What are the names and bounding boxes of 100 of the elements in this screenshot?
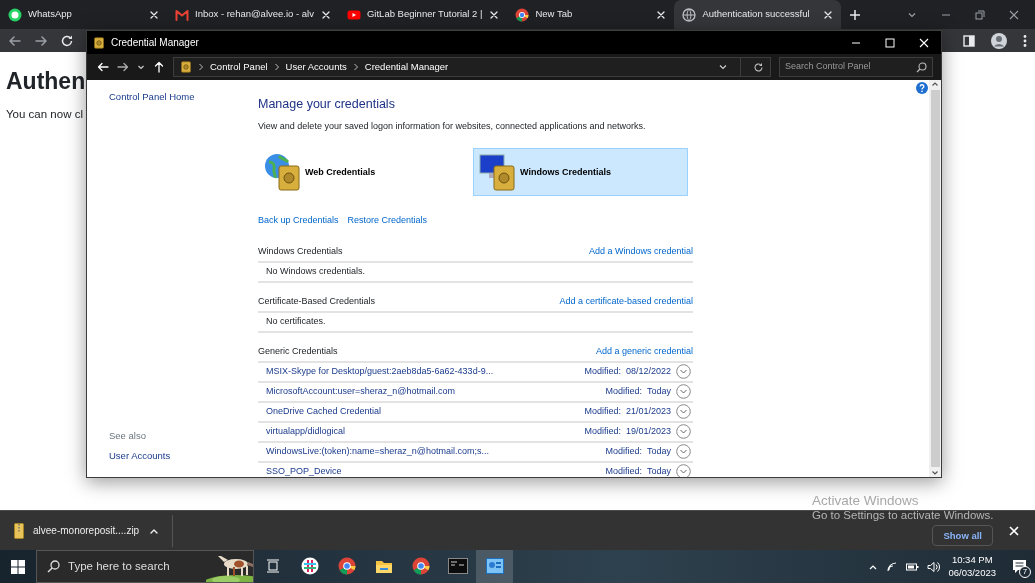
forward-arrow-icon[interactable] [34, 33, 48, 48]
start-icon[interactable] [11, 559, 25, 574]
file-name[interactable]: alvee-monoreposit....zip [33, 523, 140, 538]
add-credential-link[interactable]: Add a Windows credential [588, 245, 693, 259]
modified-label: Modified: [584, 425, 621, 438]
refresh-icon[interactable] [753, 61, 764, 73]
up-arrow-icon[interactable] [153, 61, 165, 73]
search-box[interactable]: Search Control Panel [779, 57, 933, 77]
forward-arrow-icon[interactable] [117, 61, 129, 73]
sidebar-icon[interactable] [963, 34, 975, 47]
expand-icon[interactable] [676, 444, 691, 460]
search-icon [47, 560, 60, 573]
back-arrow-icon[interactable] [97, 61, 109, 73]
modified-date: Today [646, 385, 671, 398]
search-field[interactable]: Search Control Panel [785, 60, 916, 74]
empty-text: No Windows credentials. [266, 265, 366, 278]
modified-date: 08/12/2022 [625, 365, 671, 378]
page-heading: Authen [6, 68, 86, 96]
credential-name[interactable]: MicrosoftAccount:user=sheraz_n@hotmail.com [266, 385, 601, 399]
tab-title: Inbox - rehan@alvee.io - alv [195, 7, 314, 22]
add-credential-link[interactable]: Add a certificate-based credential [559, 295, 693, 309]
credential-name[interactable]: OneDrive Cached Credential [266, 405, 580, 419]
modified-label: Modified: [605, 385, 642, 398]
globe-icon [682, 7, 697, 22]
clock[interactable]: 10:34 PM 06/03/2023 [948, 553, 996, 580]
browser-tab[interactable]: Authentication successful [674, 0, 842, 29]
action-link[interactable]: Restore Credentials [347, 214, 428, 228]
sidebar-link[interactable]: User Accounts [109, 448, 255, 463]
scrollbar[interactable] [929, 80, 941, 477]
kebab-menu-icon[interactable] [1023, 33, 1027, 48]
activation-text: Go to Settings to activate Windows. [812, 509, 994, 522]
activation-title: Activate Windows [812, 493, 919, 510]
credential-name[interactable]: WindowsLive:(token):name=sheraz_n@hotmail.com;s... [266, 445, 601, 459]
section-title: Windows Credentials [258, 245, 343, 258]
expand-icon[interactable] [676, 424, 691, 440]
see-also-label: See also [109, 428, 147, 443]
date-text: 06/03/2023 [948, 566, 996, 580]
wifi-icon[interactable] [886, 560, 899, 573]
restore-icon[interactable] [975, 9, 985, 20]
empty-text: No certificates. [266, 315, 326, 328]
volume-icon[interactable] [927, 560, 941, 573]
modified-label: Modified: [584, 405, 621, 418]
control-panel-icon[interactable] [485, 557, 504, 574]
expand-icon[interactable] [676, 404, 691, 420]
scrollbar-thumb[interactable] [930, 90, 940, 467]
chat-icon [8, 7, 22, 22]
monitor-vault-icon [478, 152, 518, 193]
scroll-down-icon[interactable] [931, 469, 939, 477]
chevron-right-icon [198, 63, 204, 71]
time-text: 10:34 PM [950, 553, 994, 567]
task-view-icon[interactable] [265, 558, 280, 573]
circle-logo-icon[interactable] [337, 556, 356, 575]
reload-icon[interactable] [60, 33, 74, 48]
credential-tile[interactable]: Web Credentials [258, 148, 473, 197]
terminal-icon[interactable] [447, 557, 468, 574]
address-bar[interactable]: Control Panel User Accounts Credential Manager [173, 57, 771, 77]
modified-label: Modified: [605, 445, 642, 458]
credential-name[interactable]: MSIX-Skype for Desktop/guest:2aeb8da5-6a62-433d-9... [266, 365, 580, 379]
page-title: Manage your credentials [258, 96, 396, 113]
browser-tab[interactable]: Inbox - rehan@alvee.io - alv [167, 0, 339, 29]
breadcrumb-item[interactable]: Credential Manager [364, 59, 449, 75]
vault-icon [180, 61, 192, 73]
circle-logo-icon[interactable] [411, 556, 430, 575]
browser-tab[interactable]: GitLab Beginner Tutorial 2 | [338, 0, 508, 29]
vault-icon [93, 36, 105, 49]
chevron-down-icon[interactable] [718, 62, 728, 72]
modified-label: Modified: [605, 465, 642, 477]
plus-icon[interactable] [849, 8, 862, 21]
hash-logo-icon[interactable] [300, 556, 319, 575]
close-icon[interactable] [1009, 9, 1019, 20]
chevron-right-icon [273, 63, 280, 71]
tab-title: WhatsApp [28, 7, 73, 22]
maximize-icon[interactable] [885, 37, 895, 48]
avatar-icon[interactable] [991, 32, 1007, 49]
add-credential-link[interactable]: Add a generic credential [595, 345, 693, 359]
section-title: Certificate-Based Credentials [258, 295, 376, 308]
expand-icon[interactable] [676, 364, 691, 380]
help-icon[interactable] [916, 82, 928, 94]
scroll-up-icon[interactable] [931, 80, 939, 88]
battery-icon[interactable] [906, 561, 920, 572]
modified-date: 21/01/2023 [625, 405, 671, 418]
browser-tab[interactable]: WhatsApp [0, 0, 167, 29]
search-field[interactable]: Type here to search [68, 557, 198, 576]
credential-name[interactable]: SSO_POP_Device [266, 465, 601, 477]
tab-title: New Tab [535, 7, 574, 22]
browser-tab[interactable]: New Tab [507, 0, 675, 29]
breadcrumb-item[interactable]: User Accounts [285, 59, 347, 75]
search-icon [916, 61, 927, 73]
credential-tile[interactable]: Windows Credentials [473, 148, 688, 197]
mail-icon [175, 7, 189, 22]
show-all-button[interactable]: Show all [932, 524, 993, 546]
search-box[interactable]: Type here to search [36, 550, 254, 583]
caret-down-icon[interactable] [137, 63, 145, 71]
expand-icon[interactable] [676, 384, 691, 400]
credential-name[interactable]: virtualapp/didlogical [266, 425, 580, 439]
breadcrumb-item[interactable]: Control Panel [210, 59, 268, 75]
action-link[interactable]: Back up Credentials [258, 214, 339, 228]
modified-label: Modified: [584, 365, 621, 378]
expand-icon[interactable] [676, 464, 691, 477]
control-panel-home-link[interactable]: Control Panel Home [109, 90, 255, 105]
